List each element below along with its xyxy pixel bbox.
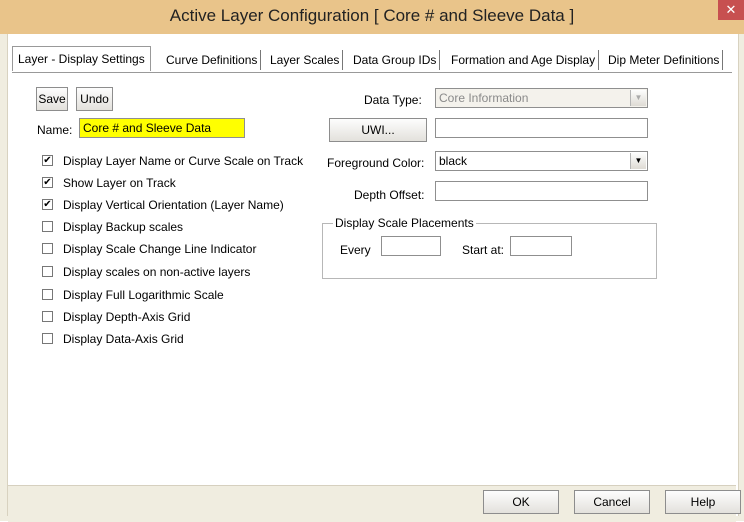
foreground-color-value: black (439, 154, 468, 168)
checkbox-label: Display Depth-Axis Grid (63, 310, 191, 324)
every-field[interactable] (381, 236, 441, 256)
undo-button[interactable]: Undo (76, 87, 113, 111)
start-at-label: Start at: (462, 243, 505, 257)
cancel-button[interactable]: Cancel (574, 490, 650, 514)
checkbox[interactable]: ✔ (42, 199, 53, 210)
checkbox[interactable] (42, 221, 53, 232)
checkbox-label: Display Full Logarithmic Scale (63, 288, 224, 302)
group-title: Display Scale Placements (333, 216, 476, 230)
checkbox[interactable]: ✔ (42, 155, 53, 166)
data-type-dropdown: Core Information ▼ (435, 88, 648, 108)
depth-offset-field[interactable] (435, 181, 648, 201)
checkbox-label: Display scales on non-active layers (63, 265, 251, 279)
help-button[interactable]: Help (665, 490, 741, 514)
foreground-color-dropdown[interactable]: black ▼ (435, 151, 648, 171)
chevron-down-icon[interactable]: ▼ (630, 153, 646, 169)
checkbox-label: Display Backup scales (63, 220, 184, 234)
checkbox[interactable] (42, 289, 53, 300)
tab-layer-scales[interactable]: Layer Scales (267, 50, 344, 70)
name-label: Name: (37, 123, 73, 137)
title-bar[interactable]: Active Layer Configuration [ Core # and … (0, 0, 744, 34)
checkbox[interactable] (42, 266, 53, 277)
checkbox-label: Display Vertical Orientation (Layer Name… (63, 198, 284, 212)
close-icon[interactable]: ✕ (718, 0, 744, 20)
dialog-window: Active Layer Configuration [ Core # and … (0, 0, 744, 522)
tab-data-group-ids[interactable]: Data Group IDs (350, 50, 441, 70)
start-at-field[interactable] (510, 236, 572, 256)
save-button[interactable]: Save (36, 87, 68, 111)
chevron-down-icon: ▼ (630, 90, 646, 106)
checkbox-label: Show Layer on Track (63, 176, 176, 190)
uwi-field[interactable] (435, 118, 648, 138)
every-label: Every (340, 243, 371, 257)
tab-formation-and-age-display[interactable]: Formation and Age Display (448, 50, 600, 70)
tab-dip-meter-definitions[interactable]: Dip Meter Definitions (605, 50, 724, 70)
checkbox[interactable] (42, 311, 53, 322)
tab-layer-display-settings[interactable]: Layer - Display Settings (12, 46, 151, 71)
tab-curve-definitions[interactable]: Curve Definitions (163, 50, 262, 70)
ok-button[interactable]: OK (483, 490, 559, 514)
name-field[interactable]: Core # and Sleeve Data (79, 118, 245, 138)
foreground-color-label: Foreground Color: (327, 156, 425, 170)
checkbox[interactable] (42, 333, 53, 344)
depth-offset-label: Depth Offset: (354, 188, 425, 202)
checkbox[interactable] (42, 243, 53, 254)
uwi-button[interactable]: UWI... (329, 118, 427, 142)
checkbox-label: Display Scale Change Line Indicator (63, 242, 257, 256)
window-title: Active Layer Configuration [ Core # and … (169, 6, 575, 25)
checkbox-label: Display Layer Name or Curve Scale on Tra… (63, 154, 304, 168)
data-type-value: Core Information (439, 91, 529, 105)
data-type-label: Data Type: (364, 93, 422, 107)
checkbox[interactable]: ✔ (42, 177, 53, 188)
checkbox-label: Display Data-Axis Grid (63, 332, 184, 346)
tab-divider (12, 72, 732, 73)
